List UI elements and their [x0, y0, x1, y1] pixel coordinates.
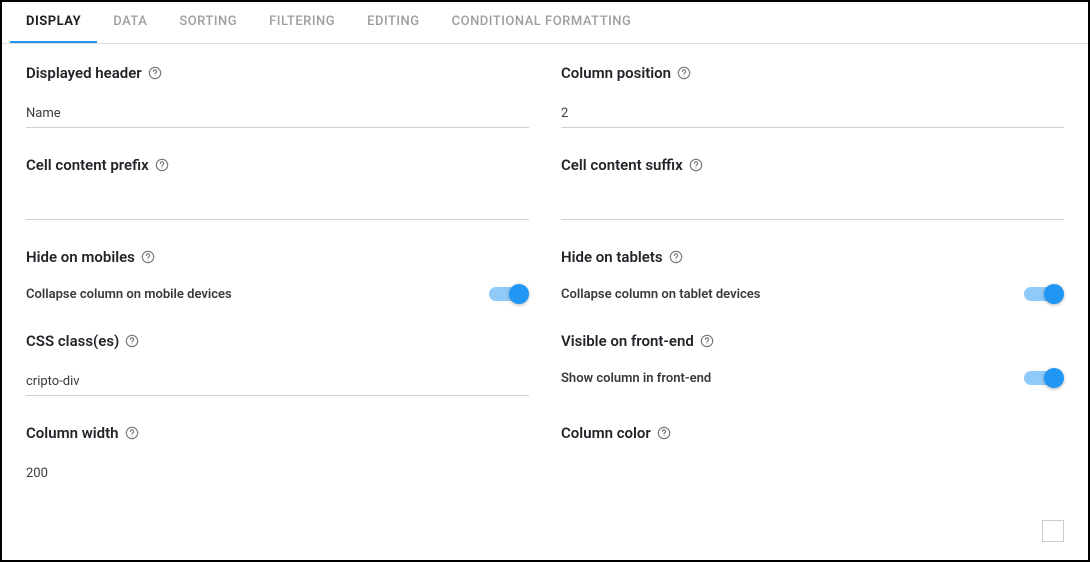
hide-mobiles-desc: Collapse column on mobile devices — [26, 287, 232, 302]
field-css-classes: CSS class(es) — [26, 332, 529, 396]
css-classes-input[interactable] — [26, 368, 529, 396]
column-width-label: Column width — [26, 424, 119, 442]
tab-conditional-formatting[interactable]: CONDITIONAL FORMATTING — [436, 2, 648, 43]
field-column-position: Column position — [561, 64, 1064, 128]
css-classes-label: CSS class(es) — [26, 332, 119, 350]
tabs-bar: DISPLAY DATA SORTING FILTERING EDITING C… — [2, 2, 1088, 44]
field-column-color: Column color — [561, 424, 1064, 487]
cell-prefix-label: Cell content prefix — [26, 156, 149, 174]
tab-sorting[interactable]: SORTING — [163, 2, 253, 43]
help-icon[interactable] — [125, 334, 139, 348]
hide-mobiles-label: Hide on mobiles — [26, 248, 135, 266]
displayed-header-label: Displayed header — [26, 64, 142, 82]
column-position-label: Column position — [561, 64, 671, 82]
field-hide-tablets: Hide on tablets Collapse column on table… — [561, 248, 1064, 304]
help-icon[interactable] — [125, 426, 139, 440]
help-icon[interactable] — [669, 250, 683, 264]
column-color-label: Column color — [561, 424, 651, 442]
field-visible-frontend: Visible on front-end Show column in fron… — [561, 332, 1064, 396]
help-icon[interactable] — [657, 426, 671, 440]
visible-frontend-toggle[interactable] — [1024, 368, 1064, 388]
field-cell-suffix: Cell content suffix — [561, 156, 1064, 220]
tab-editing[interactable]: EDITING — [351, 2, 436, 43]
column-position-input[interactable] — [561, 100, 1064, 128]
hide-tablets-toggle[interactable] — [1024, 284, 1064, 304]
field-hide-mobiles: Hide on mobiles Collapse column on mobil… — [26, 248, 529, 304]
visible-frontend-desc: Show column in front-end — [561, 371, 711, 386]
cell-suffix-input[interactable] — [561, 192, 1064, 220]
hide-tablets-label: Hide on tablets — [561, 248, 663, 266]
help-icon[interactable] — [148, 66, 162, 80]
column-width-input[interactable] — [26, 460, 529, 487]
tab-filtering[interactable]: FILTERING — [253, 2, 351, 43]
field-cell-prefix: Cell content prefix — [26, 156, 529, 220]
displayed-header-input[interactable] — [26, 100, 529, 128]
help-icon[interactable] — [141, 250, 155, 264]
column-settings-panel: DISPLAY DATA SORTING FILTERING EDITING C… — [0, 0, 1090, 562]
visible-frontend-label: Visible on front-end — [561, 332, 694, 350]
column-color-swatch[interactable] — [1042, 520, 1064, 542]
help-icon[interactable] — [677, 66, 691, 80]
help-icon[interactable] — [155, 158, 169, 172]
cell-prefix-input[interactable] — [26, 192, 529, 220]
hide-tablets-desc: Collapse column on tablet devices — [561, 287, 760, 302]
hide-mobiles-toggle[interactable] — [489, 284, 529, 304]
display-tab-content: Displayed header Column position Cell co… — [2, 44, 1088, 487]
field-displayed-header: Displayed header — [26, 64, 529, 128]
help-icon[interactable] — [700, 334, 714, 348]
field-column-width: Column width — [26, 424, 529, 487]
tab-display[interactable]: DISPLAY — [10, 2, 97, 43]
tab-data[interactable]: DATA — [97, 2, 163, 43]
help-icon[interactable] — [689, 158, 703, 172]
cell-suffix-label: Cell content suffix — [561, 156, 683, 174]
